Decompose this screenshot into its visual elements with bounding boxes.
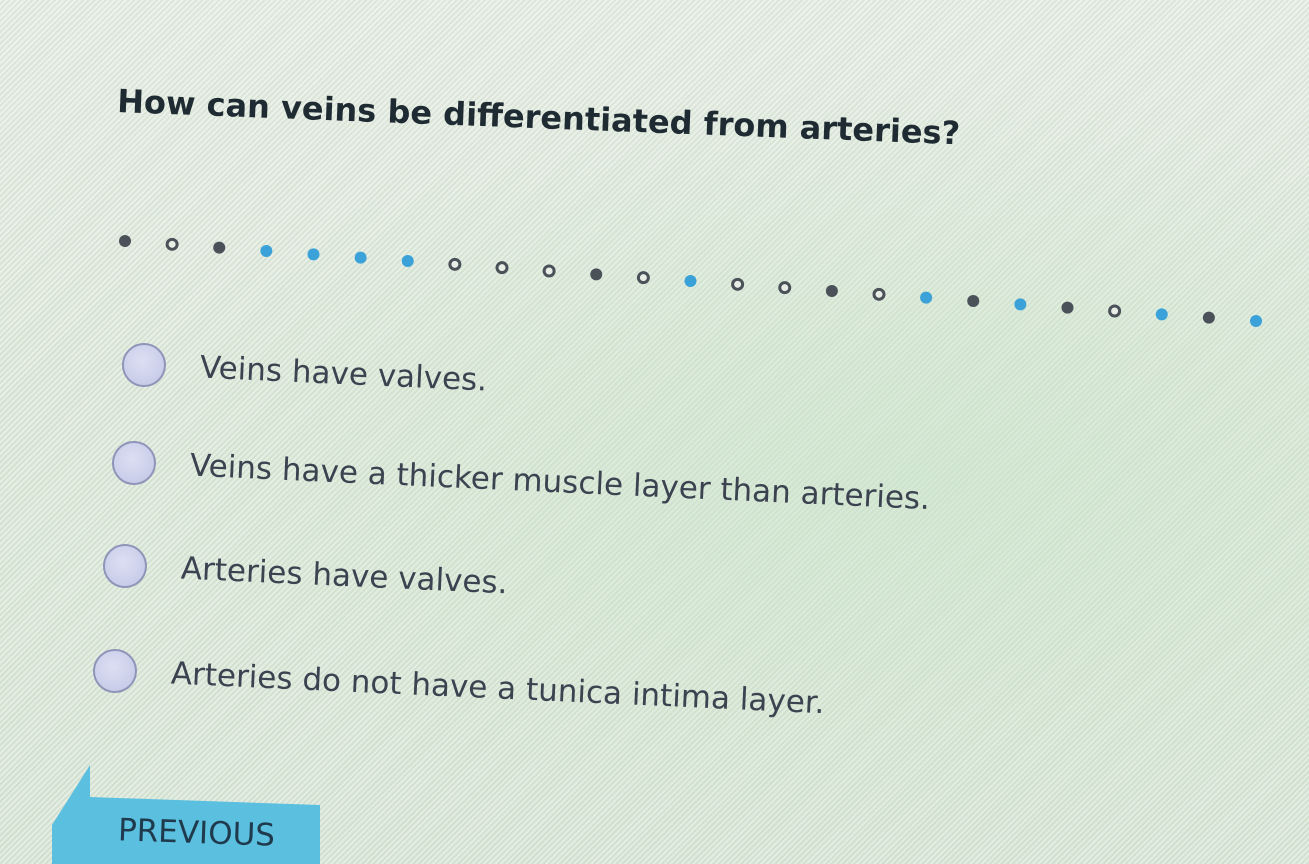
progress-dot-icon xyxy=(590,268,603,281)
progress-dot-icon xyxy=(1202,311,1215,324)
progress-dot-icon xyxy=(448,257,462,271)
option-veins-have-valves[interactable]: Veins have valves. xyxy=(121,342,488,403)
progress-dot-icon xyxy=(636,271,650,285)
progress-dot-icon xyxy=(1061,301,1074,314)
previous-button[interactable]: PREVIOUS xyxy=(52,765,320,864)
progress-dot-icon xyxy=(119,235,131,247)
radio-button[interactable] xyxy=(111,440,157,486)
progress-dot-icon xyxy=(920,291,933,304)
radio-button[interactable] xyxy=(92,648,138,694)
progress-dot-icon xyxy=(1014,298,1027,311)
progress-dot-icon xyxy=(1155,308,1168,321)
option-veins-thicker-muscle[interactable]: Veins have a thicker muscle layer than a… xyxy=(111,440,931,521)
progress-dot-icon xyxy=(307,248,320,261)
previous-label: PREVIOUS xyxy=(117,812,276,854)
progress-dot-icon xyxy=(872,287,886,301)
radio-button[interactable] xyxy=(121,342,167,388)
progress-dot-icon xyxy=(825,285,838,297)
option-label: Arteries do not have a tunica intima lay… xyxy=(170,655,826,722)
question-title: How can veins be differentiated from art… xyxy=(116,82,961,153)
radio-button[interactable] xyxy=(102,543,148,589)
progress-dot-icon xyxy=(401,255,414,267)
progress-dot-icon xyxy=(1250,315,1262,327)
progress-dot-icon xyxy=(542,264,556,278)
progress-dot-icon xyxy=(354,251,367,264)
progress-dot-icon xyxy=(684,275,697,287)
progress-dot-icon xyxy=(1108,304,1122,318)
option-arteries-no-tunica-intima[interactable]: Arteries do not have a tunica intima lay… xyxy=(92,648,826,725)
progress-dot-icon xyxy=(495,261,509,275)
progress-dot-icon xyxy=(731,277,745,291)
option-label: Veins have valves. xyxy=(199,349,488,399)
progress-dot-icon xyxy=(165,237,179,251)
progress-dot-icon xyxy=(778,281,792,295)
progress-dot-icon xyxy=(260,245,273,257)
option-arteries-have-valves[interactable]: Arteries have valves. xyxy=(102,543,509,605)
progress-dot-icon xyxy=(967,295,980,307)
progress-dot-icon xyxy=(213,241,226,254)
option-label: Arteries have valves. xyxy=(180,550,509,602)
option-label: Veins have a thicker muscle layer than a… xyxy=(189,447,931,518)
